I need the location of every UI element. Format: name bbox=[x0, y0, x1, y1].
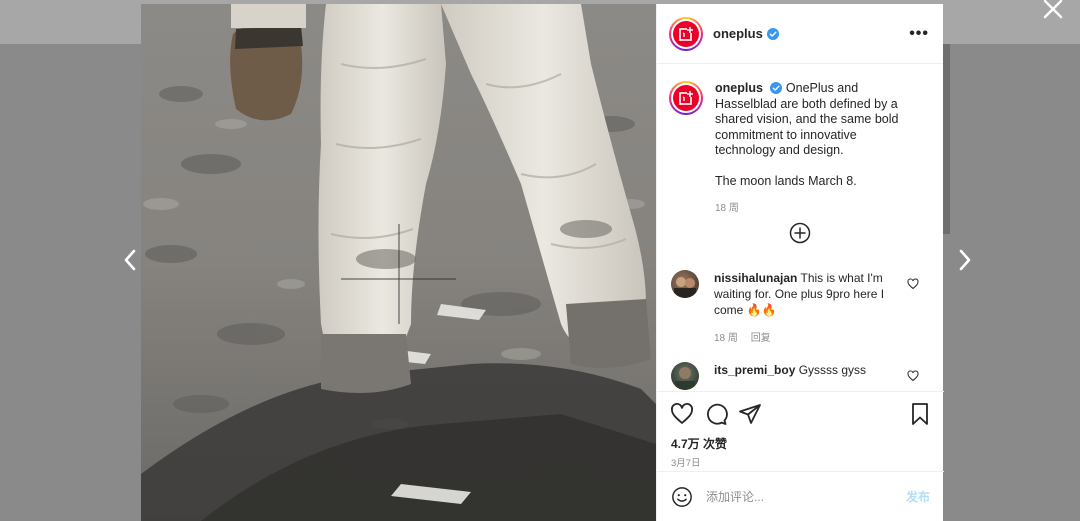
add-comment-bar: 发布 bbox=[657, 471, 944, 521]
caption-text: oneplus OnePlus and Hasselblad are both … bbox=[715, 81, 915, 217]
caption-username[interactable]: oneplus bbox=[715, 81, 763, 95]
plus-circle-icon[interactable] bbox=[789, 222, 811, 244]
chevron-left-icon[interactable] bbox=[120, 246, 140, 274]
bookmark-icon[interactable] bbox=[908, 402, 932, 426]
emoji-icon[interactable] bbox=[671, 486, 693, 508]
oneplus-logo-icon bbox=[673, 20, 699, 47]
background-page-edge bbox=[943, 44, 950, 234]
comment-body: nissihalunajan This is what I'm waiting … bbox=[714, 270, 894, 347]
heart-icon[interactable] bbox=[670, 402, 694, 426]
oneplus-logo-icon bbox=[673, 85, 699, 111]
author-avatar[interactable] bbox=[669, 16, 703, 51]
comment-username[interactable]: nissihalunajan bbox=[714, 271, 797, 285]
post-image[interactable] bbox=[141, 4, 656, 521]
post-actions: 4.7万 次赞 3月7日 bbox=[657, 391, 944, 471]
post-date: 3月7日 bbox=[671, 458, 701, 469]
comment-item: its_premi_boy Gyssss gyss bbox=[671, 362, 935, 390]
verified-badge-icon bbox=[770, 82, 783, 94]
moon-astronaut-photo bbox=[141, 4, 656, 521]
more-options-icon[interactable]: ••• bbox=[909, 25, 929, 42]
caption-age: 18 周 bbox=[715, 203, 739, 214]
post-caption: oneplus OnePlus and Hasselblad are both … bbox=[669, 81, 915, 217]
comment-username[interactable]: its_premi_boy bbox=[714, 363, 795, 377]
comment-avatar[interactable] bbox=[671, 362, 699, 390]
comment-age: 18 周 bbox=[714, 333, 738, 344]
comment-like-icon[interactable] bbox=[907, 278, 919, 290]
caption-avatar[interactable] bbox=[669, 81, 703, 115]
post-comment-button[interactable]: 发布 bbox=[906, 488, 930, 505]
comment-meta: 18 周 回复 bbox=[714, 331, 894, 347]
post-header: oneplus ••• bbox=[657, 4, 943, 64]
comment-avatar[interactable] bbox=[671, 270, 699, 298]
close-icon[interactable] bbox=[1040, 0, 1066, 22]
background-overlay-right bbox=[943, 44, 1080, 521]
paper-plane-icon[interactable] bbox=[738, 402, 762, 426]
post-detail-panel: oneplus ••• oneplus OnePlus and Hasselbl… bbox=[656, 4, 944, 521]
background-overlay-left bbox=[0, 44, 141, 521]
comment-item: nissihalunajan This is what I'm waiting … bbox=[671, 270, 935, 347]
comment-input[interactable] bbox=[706, 489, 886, 504]
caption-paragraph-2: The moon lands March 8. bbox=[715, 173, 857, 188]
verified-badge-icon bbox=[766, 27, 779, 40]
comment-like-icon[interactable] bbox=[907, 370, 919, 382]
likes-count[interactable]: 4.7万 次赞 bbox=[671, 435, 727, 452]
comment-text: Gyssss gyss bbox=[798, 363, 867, 377]
comment-body: its_premi_boy Gyssss gyss bbox=[714, 362, 894, 390]
comments-list[interactable]: oneplus OnePlus and Hasselblad are both … bbox=[657, 65, 944, 391]
chevron-right-icon[interactable] bbox=[955, 246, 975, 274]
author-username[interactable]: oneplus bbox=[713, 26, 763, 41]
comment-bubble-icon[interactable] bbox=[704, 402, 728, 426]
reply-button[interactable]: 回复 bbox=[751, 333, 771, 344]
